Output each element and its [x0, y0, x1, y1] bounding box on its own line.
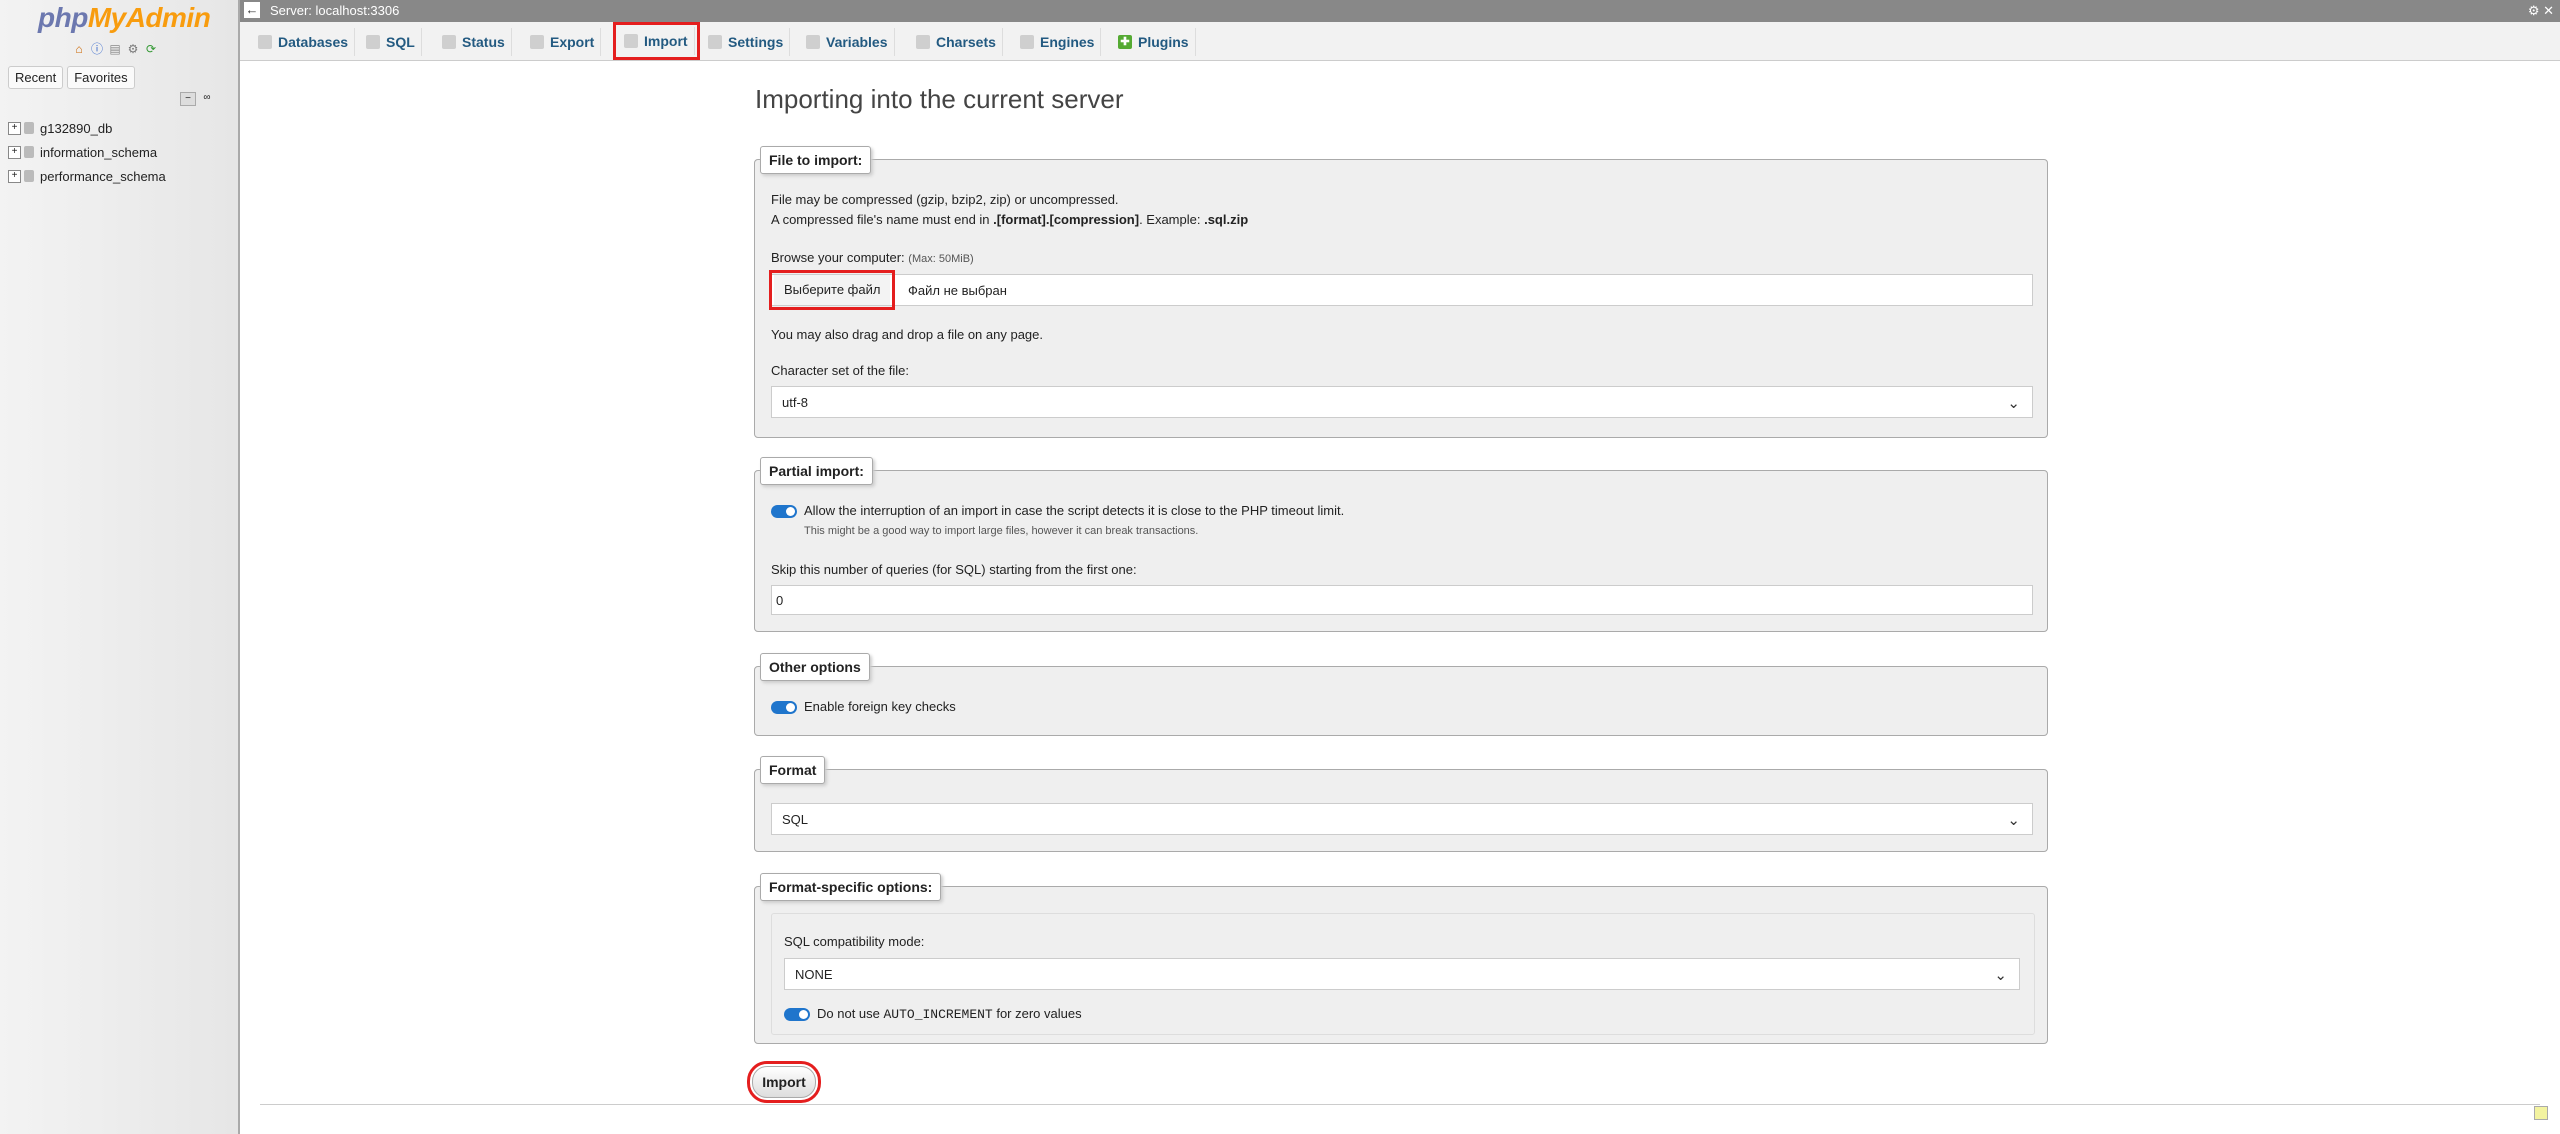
- settings-icon[interactable]: ⚙: [126, 42, 140, 56]
- compat-mode-label: SQL compatibility mode:: [784, 934, 925, 949]
- link-icon[interactable]: ∞: [200, 92, 214, 104]
- foreign-key-checks-toggle[interactable]: [771, 701, 797, 714]
- charset-icon: [916, 35, 930, 49]
- tab-settings[interactable]: Settings: [702, 28, 791, 56]
- expand-icon[interactable]: +: [8, 121, 21, 135]
- variables-icon: [806, 35, 820, 49]
- database-icon: [24, 122, 34, 134]
- status-icon: [442, 35, 456, 49]
- format-select[interactable]: SQL ⌄: [771, 803, 2033, 835]
- database-icon: [24, 170, 34, 182]
- foreign-key-checks-label: Enable foreign key checks: [804, 699, 956, 714]
- tab-import[interactable]: Import: [613, 22, 700, 60]
- recent-tab[interactable]: Recent: [8, 66, 64, 89]
- docs-icon[interactable]: ▤: [108, 42, 122, 56]
- sql-options-group: SQL compatibility mode: NONE ⌄ Do not us…: [771, 913, 2035, 1035]
- compression-note: File may be compressed (gzip, bzip2, zip…: [771, 192, 1119, 207]
- skip-queries-label: Skip this number of queries (for SQL) st…: [771, 562, 1137, 577]
- format-fieldset: Format SQL ⌄: [754, 756, 2048, 852]
- tab-sql[interactable]: SQL: [360, 28, 422, 56]
- tab-variables[interactable]: Variables: [800, 28, 895, 56]
- choose-file-button[interactable]: Выберите файл: [768, 270, 896, 310]
- tab-status[interactable]: Status: [436, 28, 512, 56]
- phpmyadmin-logo[interactable]: phpMyAdmin: [38, 2, 211, 34]
- fieldset-legend: Partial import:: [760, 457, 873, 485]
- fieldset-legend: Format: [760, 756, 826, 784]
- database-item[interactable]: + information_schema: [8, 140, 166, 164]
- divider: [260, 1104, 2540, 1105]
- expand-icon[interactable]: +: [8, 145, 21, 159]
- database-icon: [258, 35, 272, 49]
- compat-mode-select[interactable]: NONE ⌄: [784, 958, 2020, 990]
- drag-drop-note: You may also drag and drop a file on any…: [771, 327, 1043, 342]
- allow-interrupt-label: Allow the interruption of an import in c…: [804, 503, 1345, 518]
- chevron-down-icon: ⌄: [2007, 395, 2020, 412]
- database-item[interactable]: + g132890_db: [8, 116, 166, 140]
- partial-import-fieldset: Partial import: Allow the interruption o…: [754, 457, 2048, 632]
- navigation-sidebar: phpMyAdmin ⌂ ⓘ ▤ ⚙ ⟳ Recent Favorites − …: [0, 0, 240, 1134]
- chevron-down-icon: ⌄: [2007, 812, 2020, 829]
- puzzle-icon: ✚: [1118, 35, 1132, 49]
- browse-label: Browse your computer: (Max: 50MiB): [771, 250, 974, 265]
- format-specific-fieldset: Format-specific options: SQL compatibili…: [754, 873, 2048, 1044]
- tab-plugins[interactable]: ✚ Plugins: [1112, 28, 1196, 56]
- no-file-chosen-text: Файл не выбран: [908, 283, 1007, 298]
- tab-databases[interactable]: Databases: [252, 28, 356, 56]
- collapse-all-icon[interactable]: −: [180, 92, 196, 106]
- allow-interrupt-toggle[interactable]: [771, 505, 797, 518]
- favorites-tab[interactable]: Favorites: [67, 66, 135, 89]
- file-to-import-fieldset: File to import: File may be compressed (…: [754, 146, 2048, 438]
- export-icon: [530, 35, 544, 49]
- filename-note: A compressed file's name must end in .[f…: [771, 212, 1249, 227]
- collapse-sidebar-icon[interactable]: ←: [244, 2, 260, 18]
- database-item[interactable]: + performance_schema: [8, 164, 166, 188]
- skip-queries-input[interactable]: 0: [771, 585, 2033, 615]
- charset-select[interactable]: utf-8 ⌄: [771, 386, 2033, 418]
- tab-charsets[interactable]: Charsets: [910, 28, 1003, 56]
- wrench-icon: [708, 35, 722, 49]
- fieldset-legend: Format-specific options:: [760, 873, 942, 901]
- reload-icon[interactable]: ⟳: [144, 42, 158, 56]
- no-auto-increment-label: Do not use AUTO_INCREMENT for zero value…: [817, 1006, 1082, 1022]
- no-auto-increment-toggle[interactable]: [784, 1008, 810, 1021]
- fieldset-legend: Other options: [760, 653, 870, 681]
- fieldset-legend: File to import:: [760, 146, 872, 174]
- other-options-fieldset: Other options Enable foreign key checks: [754, 653, 2048, 736]
- charset-label: Character set of the file:: [771, 363, 910, 378]
- server-breadcrumb[interactable]: Server: localhost:3306: [270, 3, 399, 18]
- import-icon: [624, 34, 638, 48]
- engine-icon: [1020, 35, 1034, 49]
- console-icon[interactable]: [2534, 1106, 2548, 1120]
- chevron-down-icon: ⌄: [1994, 967, 2007, 984]
- import-button[interactable]: Import: [747, 1061, 821, 1103]
- tab-export[interactable]: Export: [524, 28, 602, 56]
- home-icon[interactable]: ⌂: [72, 42, 86, 56]
- gear-icon[interactable]: ⚙ ✕: [2528, 3, 2554, 19]
- allow-interrupt-note: This might be a good way to import large…: [804, 525, 1199, 537]
- top-menu-tabs: Databases SQL Status Export Import Setti…: [240, 22, 2560, 61]
- page-title: Importing into the current server: [755, 84, 1124, 114]
- database-icon: [24, 146, 34, 158]
- database-tree: + g132890_db + information_schema + perform…: [8, 116, 166, 188]
- tab-engines[interactable]: Engines: [1014, 28, 1102, 56]
- info-icon[interactable]: ⓘ: [90, 42, 104, 56]
- file-input[interactable]: Выберите файл Файл не выбран: [768, 270, 2033, 310]
- expand-icon[interactable]: +: [8, 169, 21, 183]
- server-breadcrumb-bar: ← Server: localhost:3306 ⚙ ✕: [240, 0, 2560, 22]
- sql-icon: [366, 35, 380, 49]
